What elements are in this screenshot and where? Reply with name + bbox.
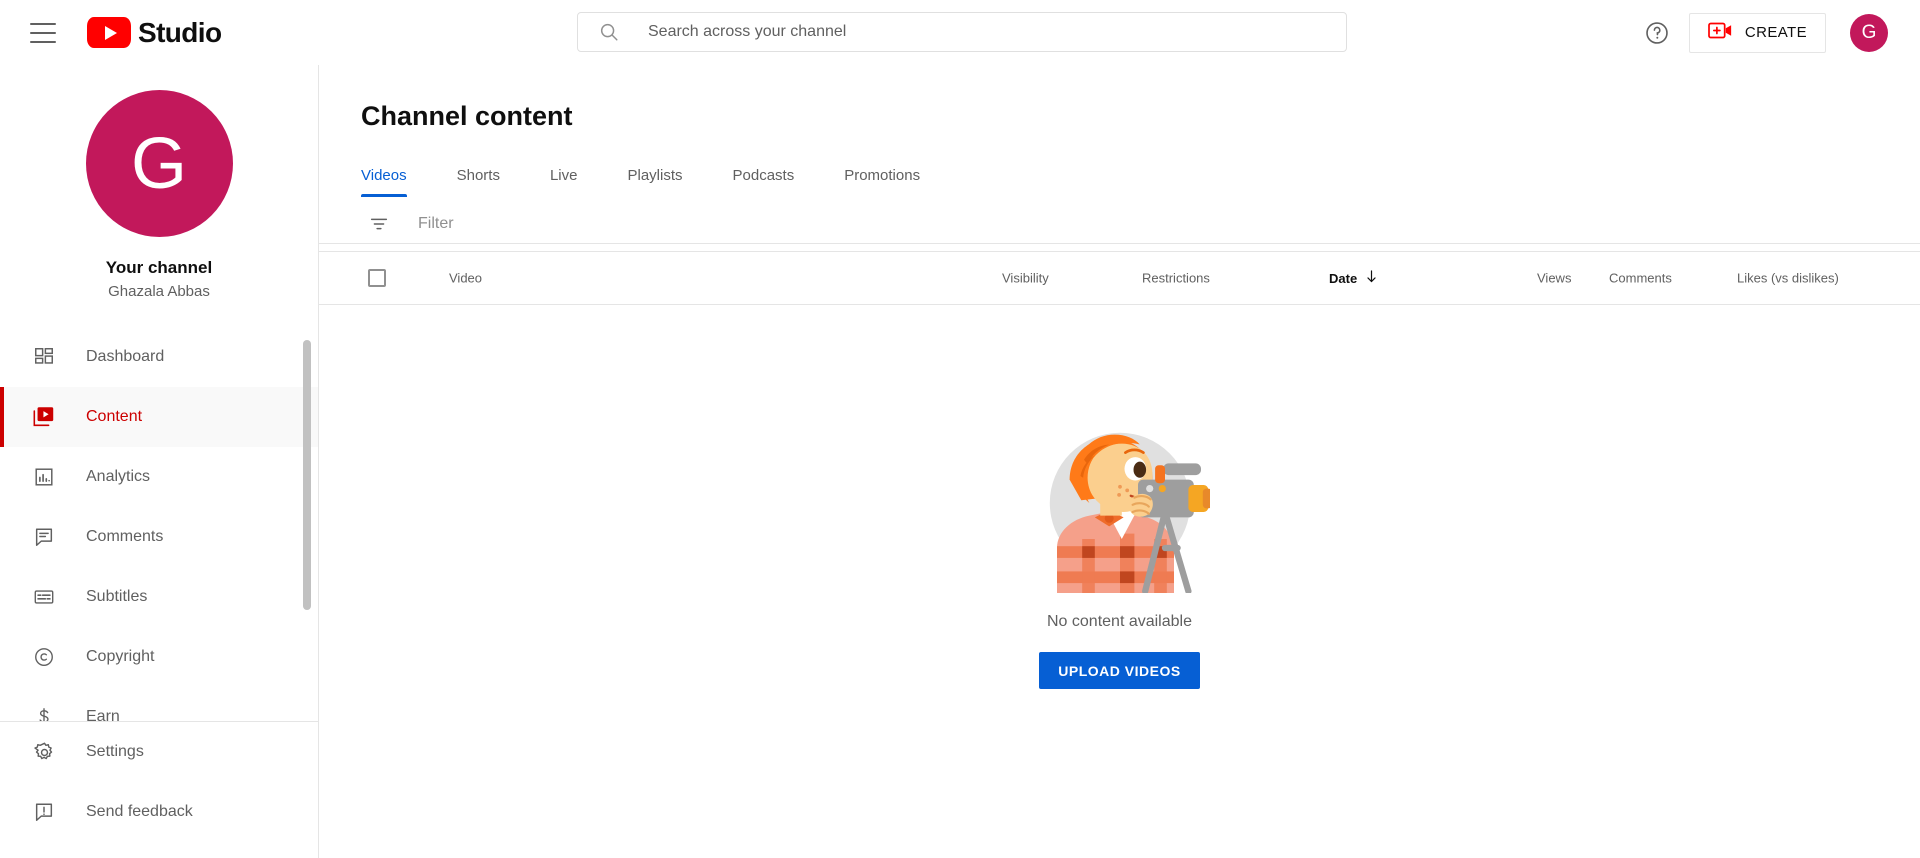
channel-name: Ghazala Abbas — [108, 283, 210, 300]
copyright-circle-icon — [31, 644, 57, 670]
create-button-label: CREATE — [1744, 24, 1807, 41]
main-content: Channel content Videos Shorts Live Playl… — [319, 65, 1920, 858]
sidebar: G Your channel Ghazala Abbas Dashboard C… — [0, 65, 319, 858]
sidebar-item-label: Subtitles — [86, 588, 148, 605]
empty-state-message: No content available — [1047, 613, 1192, 630]
youtube-play-icon — [87, 17, 131, 48]
filter-input[interactable]: Filter — [418, 215, 454, 233]
help-circle-icon[interactable] — [1637, 13, 1677, 53]
sidebar-item-analytics[interactable]: Analytics — [0, 447, 318, 507]
column-header-comments[interactable]: Comments — [1609, 271, 1672, 286]
column-header-visibility[interactable]: Visibility — [1002, 271, 1049, 286]
sidebar-item-label: Copyright — [86, 648, 155, 665]
tab-live[interactable]: Live — [550, 167, 578, 197]
sidebar-item-send-feedback[interactable]: Send feedback — [0, 782, 318, 842]
sidebar-item-content[interactable]: Content — [0, 387, 318, 447]
sidebar-item-label: Content — [86, 408, 143, 425]
search-icon — [598, 21, 620, 43]
sidebar-item-subtitles[interactable]: Subtitles — [0, 567, 318, 627]
content-video-icon — [31, 404, 57, 430]
avatar[interactable]: G — [1850, 13, 1888, 52]
sidebar-item-dashboard[interactable]: Dashboard — [0, 327, 318, 387]
sidebar-item-copyright[interactable]: Copyright — [0, 627, 318, 687]
tab-playlists[interactable]: Playlists — [627, 167, 682, 197]
hamburger-menu-icon[interactable] — [30, 22, 56, 43]
top-bar-actions: CREATE G — [1637, 0, 1920, 65]
channel-title: Your channel — [105, 258, 213, 277]
create-button[interactable]: CREATE — [1688, 12, 1826, 53]
column-header-views[interactable]: Views — [1537, 271, 1571, 286]
search-input[interactable]: Search across your channel — [577, 12, 1347, 52]
column-header-date[interactable]: Date — [1329, 269, 1378, 287]
studio-wordmark: Studio — [138, 16, 222, 48]
studio-logo[interactable]: Studio — [87, 17, 222, 49]
sidebar-item-label: Send feedback — [86, 803, 193, 820]
sidebar-scrollbar[interactable] — [303, 340, 311, 610]
page-title: Channel content — [361, 101, 573, 131]
channel-summary[interactable]: G Your channel Ghazala Abbas — [0, 65, 318, 300]
tab-promotions[interactable]: Promotions — [844, 167, 920, 197]
sidebar-item-label: Comments — [86, 528, 164, 545]
empty-state: No content available UPLOAD VIDEOS — [319, 413, 1920, 689]
top-bar: Studio Search across your channel CREATE… — [0, 0, 1920, 65]
videographer-with-camera-illustration — [1030, 413, 1212, 595]
sidebar-item-settings[interactable]: Settings — [0, 722, 318, 782]
dashboard-grid-icon — [31, 344, 57, 370]
arrow-down-icon — [1365, 269, 1378, 287]
tabs-underline — [319, 243, 1920, 244]
sidebar-footer: Settings Send feedback — [0, 722, 318, 842]
tab-podcasts[interactable]: Podcasts — [733, 167, 795, 197]
column-header-date-label: Date — [1329, 270, 1358, 286]
search-container: Search across your channel — [577, 12, 1347, 52]
search-placeholder: Search across your channel — [648, 23, 847, 40]
channel-avatar: G — [85, 90, 233, 237]
upload-videos-button[interactable]: UPLOAD VIDEOS — [1039, 652, 1200, 689]
select-all-checkbox[interactable] — [368, 269, 386, 287]
column-header-video[interactable]: Video — [449, 271, 482, 286]
tab-videos[interactable]: Videos — [361, 167, 407, 197]
sidebar-item-label: Analytics — [86, 468, 151, 485]
tab-shorts[interactable]: Shorts — [457, 167, 500, 197]
sidebar-item-comments[interactable]: Comments — [0, 507, 318, 567]
sidebar-nav: Dashboard Content Analytics Comments Sub… — [0, 327, 318, 747]
analytics-bar-chart-icon — [31, 464, 57, 490]
column-header-likes[interactable]: Likes (vs dislikes) — [1737, 271, 1839, 286]
sidebar-item-label: Dashboard — [86, 348, 165, 365]
content-table-header: Video Visibility Restrictions Date Views… — [319, 252, 1920, 305]
video-plus-icon — [1708, 21, 1733, 45]
sidebar-item-label: Settings — [86, 743, 144, 760]
gear-icon — [31, 739, 57, 765]
content-tabs: Videos Shorts Live Playlists Podcasts Pr… — [361, 157, 1920, 197]
comment-bubble-icon — [31, 524, 57, 550]
filter-icon[interactable] — [368, 213, 390, 235]
feedback-exclamation-icon — [31, 799, 57, 825]
column-header-restrictions[interactable]: Restrictions — [1142, 271, 1210, 286]
subtitles-icon — [31, 584, 57, 610]
